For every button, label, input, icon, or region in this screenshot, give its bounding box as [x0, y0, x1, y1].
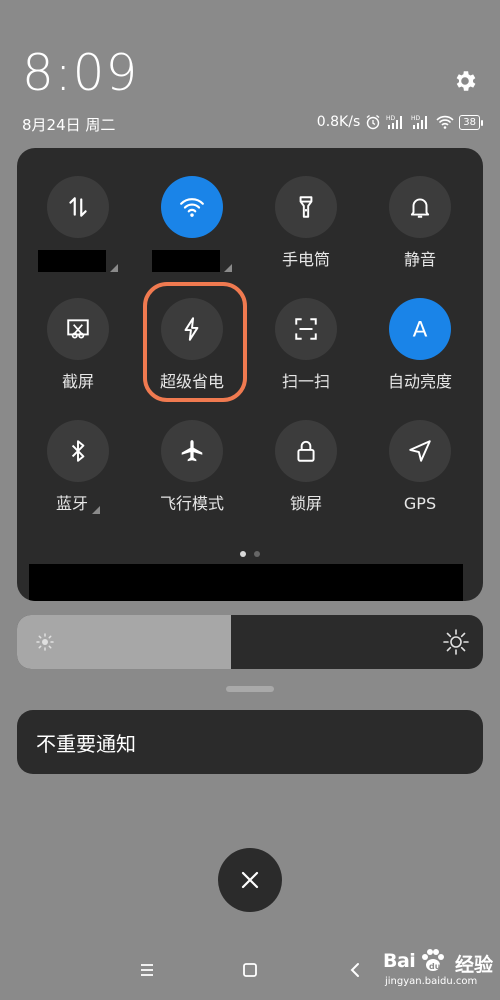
tile-scan-label: 扫一扫 [281, 372, 330, 391]
flashlight-icon [299, 196, 313, 218]
tile-gps[interactable]: GPS [365, 420, 475, 514]
back-button[interactable] [340, 955, 370, 985]
brightness-slider[interactable] [17, 615, 483, 669]
watermark-url: jingyan.baidu.com [385, 976, 478, 987]
signal-hd-icon: HD [386, 115, 403, 129]
tile-wifi[interactable] [137, 176, 247, 272]
wifi-status-icon [436, 115, 454, 129]
page-dot[interactable] [254, 551, 260, 557]
tile-scan[interactable]: 扫一扫 [251, 298, 361, 392]
lock-icon [297, 440, 315, 462]
highlight-box [143, 282, 247, 402]
tile-bluetooth-label: 蓝牙 [23, 494, 133, 514]
tile-flashlight-button[interactable] [275, 176, 337, 238]
screenshot-icon [67, 319, 89, 339]
tile-screenshot[interactable]: 截屏 [23, 298, 133, 392]
notification-label: 不重要通知 [36, 731, 136, 756]
wifi-icon [180, 198, 204, 217]
tile-airplane-mode-button[interactable] [161, 420, 223, 482]
tile-auto-brightness[interactable]: A 自动亮度 [365, 298, 475, 392]
redacted-block [152, 250, 220, 272]
tile-airplane-mode[interactable]: 飞行模式 [137, 420, 247, 514]
brightness-low-icon [36, 633, 54, 651]
svg-text:du: du [429, 962, 441, 971]
tile-scan-button[interactable] [275, 298, 337, 360]
expand-corner-icon [224, 264, 232, 272]
redacted-label [23, 250, 133, 272]
tile-gps-label: GPS [403, 494, 437, 513]
control-center-panel: 手电筒 静音 截屏 超级省电 扫一扫 A 自动亮度 蓝牙 飞行模式 锁屏 GPS [17, 148, 483, 601]
gps-icon [409, 440, 431, 462]
watermark-title: 经验 [455, 954, 494, 976]
data-arrows-icon [69, 197, 87, 217]
tile-lock-screen-label: 锁屏 [289, 494, 322, 513]
tile-mobile-data-button[interactable] [47, 176, 109, 238]
tile-flashlight[interactable]: 手电筒 [251, 176, 361, 270]
page-indicator [17, 542, 483, 561]
redacted-block [38, 250, 106, 272]
redacted-bar [29, 564, 463, 601]
tile-bluetooth-button[interactable] [47, 420, 109, 482]
clear-notifications-button[interactable] [218, 848, 282, 912]
page-dot-active[interactable] [240, 551, 246, 557]
brightness-high-icon [443, 629, 469, 655]
notification-card[interactable]: 不重要通知 [17, 710, 483, 774]
home-button[interactable] [235, 955, 265, 985]
tile-gps-button[interactable] [389, 420, 451, 482]
svg-text:HD: HD [386, 115, 396, 122]
tile-silent-label: 静音 [403, 250, 436, 269]
tile-silent[interactable]: 静音 [365, 176, 475, 270]
airplane-icon [181, 440, 203, 462]
gear-icon[interactable] [452, 68, 478, 94]
paw-icon: du [422, 949, 444, 971]
clock-time: 8:09 [22, 44, 139, 102]
tile-bluetooth-text: 蓝牙 [55, 494, 88, 513]
watermark-brand: Bai [383, 950, 416, 972]
signal-hd-icon: HD [411, 115, 428, 129]
svg-text:HD: HD [411, 115, 421, 122]
tile-silent-button[interactable] [389, 176, 451, 238]
close-icon [241, 871, 259, 889]
tile-lock-screen[interactable]: 锁屏 [251, 420, 361, 514]
tile-mobile-data[interactable] [23, 176, 133, 272]
baidu-watermark: Bai du 经验 jingyan.baidu.com [383, 949, 495, 994]
tile-flashlight-label: 手电筒 [281, 250, 330, 269]
expand-corner-icon [92, 506, 100, 514]
menu-icon [141, 964, 153, 976]
tile-screenshot-label: 截屏 [61, 372, 94, 391]
tile-auto-brightness-label: 自动亮度 [387, 372, 452, 391]
home-icon [243, 963, 257, 977]
tile-bluetooth[interactable]: 蓝牙 [23, 420, 133, 514]
tile-auto-brightness-button[interactable]: A [389, 298, 451, 360]
svg-text:A: A [413, 318, 428, 342]
bluetooth-icon [71, 440, 85, 462]
status-icons: 0.8K/s HD HD 38 [316, 112, 483, 132]
network-speed: 0.8K/s [316, 114, 361, 130]
menu-button[interactable] [132, 955, 162, 985]
expand-corner-icon [110, 264, 118, 272]
back-icon [350, 963, 359, 977]
tile-airplane-mode-label: 飞行模式 [159, 494, 224, 513]
alarm-icon [366, 114, 380, 130]
drag-handle[interactable] [226, 686, 274, 692]
scan-icon [295, 318, 317, 340]
tile-wifi-button[interactable] [161, 176, 223, 238]
battery-indicator: 38 [459, 114, 483, 130]
redacted-label [137, 250, 247, 272]
clock-date: 8月24日 周二 [22, 116, 116, 134]
tile-screenshot-button[interactable] [47, 298, 109, 360]
auto-brightness-icon: A [413, 318, 428, 342]
bell-icon [410, 198, 430, 218]
tile-lock-screen-button[interactable] [275, 420, 337, 482]
